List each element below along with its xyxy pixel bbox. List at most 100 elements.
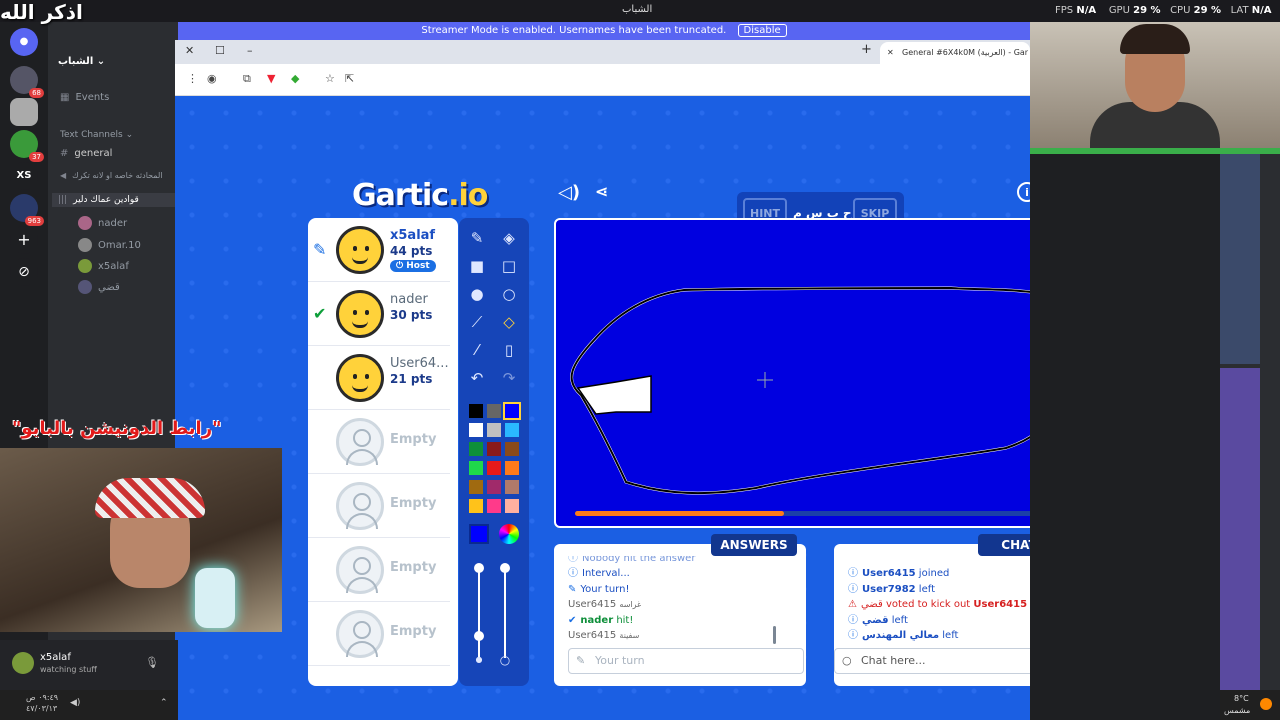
add-server-icon[interactable]: + [10, 226, 38, 254]
color-swatch[interactable] [505, 442, 519, 456]
server-icon[interactable]: 37 [10, 130, 44, 162]
category-text-channels[interactable]: Text Channels ⌄ [60, 130, 133, 140]
size-slider[interactable] [478, 568, 480, 658]
color-swatch[interactable] [505, 461, 519, 475]
share-icon[interactable]: ⇱ [345, 72, 354, 85]
new-tab-icon[interactable]: + [861, 42, 872, 57]
message-text: سفينة [619, 631, 640, 640]
color-swatch[interactable] [469, 404, 483, 418]
warning-icon: ⚠ [848, 599, 857, 610]
chevron-up-icon[interactable]: ⌃ [160, 698, 168, 708]
channel-voice-1[interactable]: ◀ المحادثه خاصه او لانه تكرك [60, 171, 163, 180]
share-icon[interactable]: ⋖ [595, 182, 608, 201]
color-swatch[interactable] [505, 423, 519, 437]
circle-icon[interactable]: ○ [499, 284, 519, 304]
server-name[interactable]: الشباب ⌄ [58, 56, 105, 67]
timer-bar [575, 511, 1030, 516]
player-row[interactable]: ✔ nader 30 pts [308, 282, 450, 346]
answers-title: ANSWERS [711, 534, 797, 556]
answer-input[interactable]: ✎ Your turn [568, 648, 804, 674]
server-icon[interactable]: 68 [10, 66, 44, 98]
color-swatch[interactable] [469, 499, 483, 513]
maximize-icon[interactable]: ☐ [215, 44, 225, 57]
player-row[interactable]: User64... 21 pts [308, 346, 450, 410]
server-icon[interactable]: XS [10, 162, 38, 190]
player-row[interactable]: ✎ x5alaf 44 pts ⏻ Host [308, 218, 450, 282]
eyedropper-icon[interactable]: ⁄ [467, 340, 487, 360]
message-user: User7982 [862, 583, 916, 595]
eraser-icon[interactable]: ◇ [499, 312, 519, 332]
message-user: قضي [860, 599, 886, 610]
message-text: voted to kick out [885, 599, 974, 610]
color-swatch[interactable] [505, 480, 519, 494]
star-icon[interactable]: ☆ [325, 72, 335, 85]
discord-home-icon[interactable]: ● [10, 28, 38, 56]
explore-icon[interactable]: ⊘ [10, 258, 38, 286]
voice-user[interactable]: قضي [78, 280, 120, 294]
opacity-slider[interactable] [504, 568, 506, 658]
channel-voice-2[interactable]: ||| قوادين عماك دلير [52, 193, 176, 207]
message-user: معالي المهندس [862, 630, 940, 641]
extension-icon[interactable]: ⧉ [243, 72, 251, 86]
voice-user[interactable]: Omar.10 [78, 238, 141, 252]
slider-knob[interactable] [474, 631, 484, 641]
info-icon[interactable]: i [1017, 182, 1030, 202]
empty-slot: Empty [308, 474, 450, 538]
events-item[interactable]: ▦ Events [60, 92, 109, 103]
channel-general[interactable]: # general [60, 148, 112, 159]
color-swatch[interactable] [487, 423, 501, 437]
mic-icon[interactable]: 🎙 [145, 656, 159, 669]
close-window-icon[interactable]: ✕ [185, 44, 194, 57]
color-swatch[interactable] [505, 499, 519, 513]
rect-icon[interactable]: □ [499, 256, 519, 276]
color-swatch[interactable] [503, 402, 521, 420]
browser-tab[interactable]: ✕ General #6X4k0M (العربية) - Gar [880, 42, 1030, 64]
color-swatch[interactable] [469, 480, 483, 494]
line-tool-icon[interactable]: ⟋ [467, 312, 487, 332]
minimize-icon[interactable]: – [247, 44, 253, 57]
profile-icon[interactable]: ◉ [207, 72, 217, 85]
drawing-canvas[interactable] [554, 218, 1030, 528]
undo-icon[interactable]: ↶ [467, 368, 487, 388]
sound-icon[interactable]: ◁) [558, 182, 580, 203]
color-swatch[interactable] [487, 442, 501, 456]
chat-input[interactable]: ○ Chat here... tab [834, 648, 1030, 674]
redo-icon[interactable]: ↷ [499, 368, 519, 388]
pencil-tool-icon[interactable]: ✎ [467, 228, 487, 248]
color-swatch[interactable] [469, 423, 483, 437]
disable-button[interactable]: Disable [737, 24, 787, 37]
filled-rect-icon[interactable]: ■ [467, 256, 487, 276]
chevron-down-icon: ⌄ [96, 56, 106, 67]
avatar[interactable] [12, 652, 34, 674]
chat-message: ⚠ قضي voted to kick out User6415 [848, 597, 1030, 613]
slider-knob[interactable] [474, 563, 484, 573]
close-tab-icon[interactable]: ✕ [887, 42, 894, 64]
page-icon[interactable]: ▯ [499, 340, 519, 360]
filled-circle-icon[interactable]: ● [467, 284, 487, 304]
speaker-icon[interactable]: ◀) [70, 698, 80, 708]
fill-tool-icon[interactable]: ◈ [499, 228, 519, 248]
extension-icon[interactable]: ◆ [291, 72, 299, 85]
color-swatch[interactable] [469, 442, 483, 456]
webcam-left [0, 448, 282, 632]
voice-user[interactable]: x5alaf [78, 259, 129, 273]
chat-message: ⓘ معالي المهندس left [848, 628, 1030, 644]
message-user: قضي [862, 614, 889, 626]
color-swatch[interactable] [487, 404, 501, 418]
color-swatch[interactable] [469, 461, 483, 475]
color-swatch[interactable] [487, 480, 501, 494]
shield-icon[interactable]: ▼ [267, 72, 275, 85]
message-text: غراسه [619, 600, 642, 609]
color-swatch[interactable] [487, 461, 501, 475]
answer-message: User6415 غراسه [568, 597, 793, 613]
menu-icon[interactable]: ⋮ [187, 72, 198, 85]
answers-scrollbar[interactable] [773, 626, 776, 644]
color-wheel-icon[interactable] [499, 524, 519, 544]
player-name: nader [390, 292, 428, 307]
voice-user[interactable]: nader [78, 216, 127, 230]
server-icon[interactable] [10, 98, 38, 126]
slider-knob[interactable] [500, 563, 510, 573]
server-icon[interactable]: 963 [10, 194, 44, 226]
weather-widget[interactable]: 8°C مشمس [1220, 690, 1280, 720]
color-swatch[interactable] [487, 499, 501, 513]
